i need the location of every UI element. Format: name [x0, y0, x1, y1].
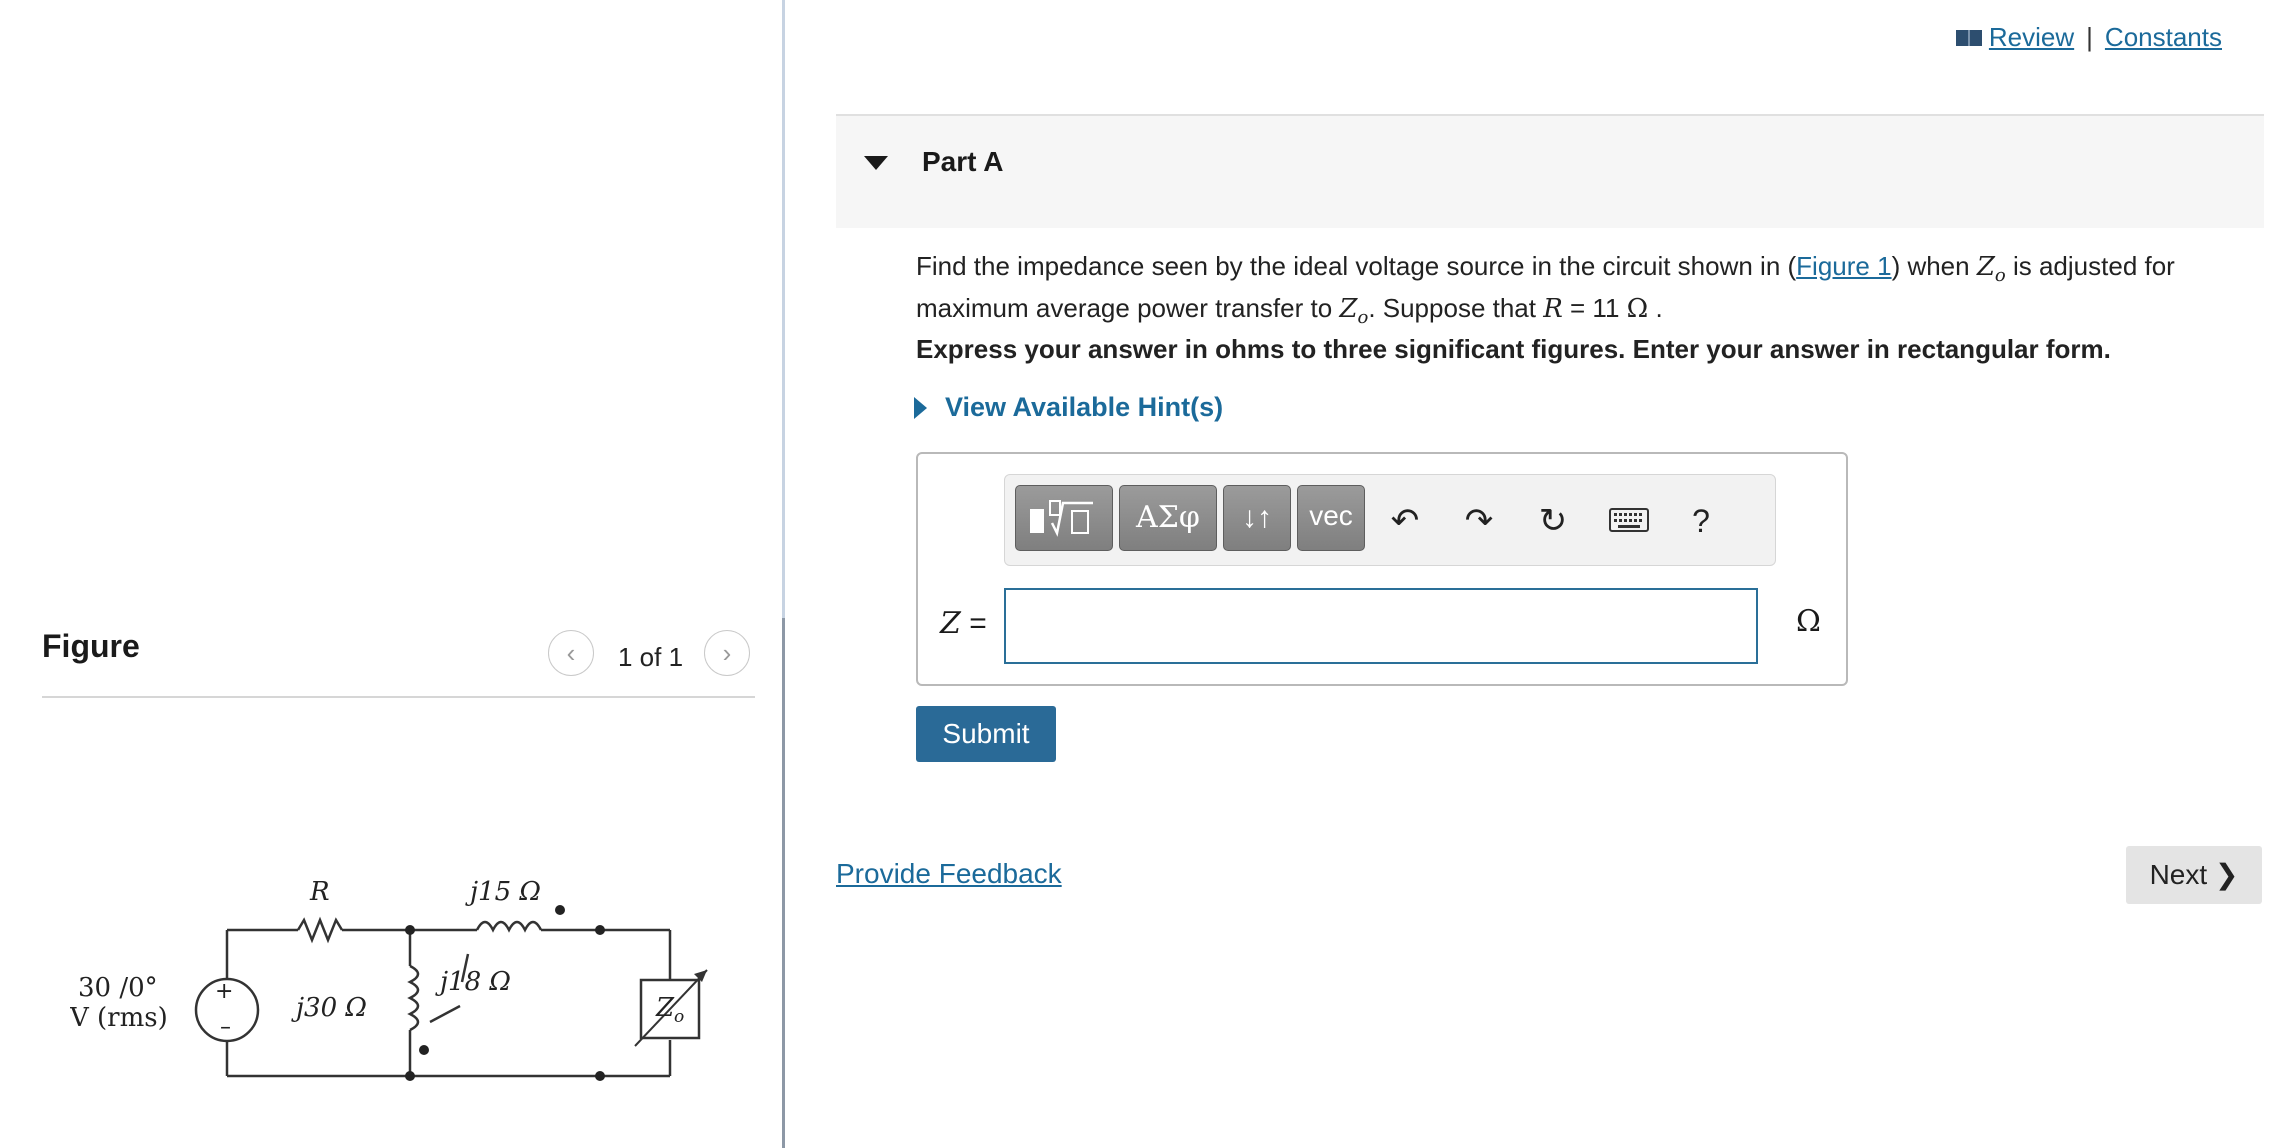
next-label: Next	[2149, 859, 2208, 890]
next-button[interactable]: Next ❯	[2126, 846, 2262, 904]
zo-symbol: Z	[1976, 252, 1995, 282]
figure-divider	[42, 696, 755, 698]
zo-subscript: o	[1994, 265, 2006, 287]
submit-button[interactable]: Submit	[916, 706, 1056, 762]
part-a-header[interactable]: Part A	[836, 116, 2264, 228]
question-text-part: ) when	[1891, 251, 1977, 281]
caret-right-icon	[914, 396, 927, 419]
link-separator: |	[2086, 22, 2093, 52]
reset-icon[interactable]: ↻	[1529, 497, 1577, 545]
load-label: Z	[655, 993, 675, 1023]
figure-pager-text: 1 of 1	[618, 642, 684, 672]
figure-link[interactable]: Figure 1	[1796, 251, 1891, 281]
question-text-part: . Suppose that	[1368, 293, 1544, 324]
r-value: = 11	[1562, 293, 1627, 324]
source-value-label: 30 /0°	[78, 973, 158, 1003]
resistor-label: R	[309, 877, 330, 907]
keyboard-glyph	[1609, 508, 1649, 532]
svg-text:–: –	[220, 1015, 231, 1040]
templates-icon	[1030, 500, 1093, 537]
source-unit-label: V (rms)	[70, 1003, 168, 1033]
templates-button[interactable]	[1015, 485, 1113, 551]
answer-variable: Z	[940, 606, 961, 641]
shunt-inductor-label: j30 Ω	[291, 993, 367, 1023]
part-title: Part A	[922, 146, 1004, 177]
greek-symbols-button[interactable]: ΑΣφ	[1119, 485, 1217, 551]
answer-box: ΑΣφ ↓↑ vec ↶ ↷ ↻ ? Z = Ω	[916, 452, 1848, 686]
figure-pane: Figure ‹ 1 of 1 › + – 30 /0° V (rms) R j…	[0, 0, 783, 1148]
review-link[interactable]: Review	[1955, 22, 2074, 53]
answer-variable-label: Z =	[940, 606, 987, 641]
collapse-caret-icon[interactable]	[864, 156, 888, 170]
chevron-right-icon: ❯	[2214, 859, 2239, 890]
top-links: Review | Constants	[1955, 22, 2222, 53]
previous-figure-button[interactable]: ‹	[548, 630, 594, 676]
question-text-part: Find the impedance seen by the ideal vol…	[916, 251, 1797, 281]
question-text: Find the impedance seen by the ideal vol…	[916, 250, 2206, 334]
subscript-superscript-button[interactable]: ↓↑	[1223, 485, 1291, 551]
pane-splitter-handle[interactable]	[782, 618, 785, 1148]
provide-feedback-link[interactable]: Provide Feedback	[836, 858, 1062, 890]
book-icon	[1955, 29, 1982, 46]
keyboard-icon[interactable]	[1605, 497, 1653, 545]
unit-label: Ω	[1796, 604, 1821, 639]
chevron-right-icon: ›	[722, 638, 732, 668]
view-hints-toggle[interactable]: View Available Hint(s)	[914, 392, 1223, 423]
ohm-symbol: Ω	[1626, 294, 1649, 325]
circuit-diagram[interactable]: + – 30 /0° V (rms) R j15 Ω j30 Ω j18 Ω Z…	[70, 870, 750, 1110]
answer-input[interactable]	[1004, 588, 1758, 664]
hint-label: View Available Hint(s)	[945, 392, 1224, 422]
instruction-text: Express your answer in ohms to three sig…	[916, 334, 2111, 364]
figure-title: Figure	[42, 628, 140, 664]
next-figure-button[interactable]: ›	[704, 630, 750, 676]
vector-button[interactable]: vec	[1297, 485, 1365, 551]
help-button[interactable]: ?	[1677, 497, 1725, 545]
undo-icon[interactable]: ↶	[1381, 497, 1429, 545]
series-inductor-label: j15 Ω	[465, 877, 541, 907]
question-text-part: .	[1648, 293, 1663, 324]
math-toolbar: ΑΣφ ↓↑ vec ↶ ↷ ↻ ?	[1004, 474, 1776, 566]
zo-symbol: Z	[1339, 294, 1358, 325]
chevron-left-icon: ‹	[566, 638, 576, 668]
zo-subscript: o	[1357, 307, 1369, 329]
r-symbol: R	[1543, 294, 1563, 325]
equals-sign: =	[969, 607, 987, 640]
mutual-inductance-label: j18 Ω	[435, 967, 511, 997]
svg-text:+: +	[215, 979, 233, 1004]
review-label: Review	[1988, 22, 2075, 52]
load-subscript-label: o	[674, 1007, 684, 1027]
constants-link[interactable]: Constants	[2105, 22, 2222, 53]
redo-icon[interactable]: ↷	[1455, 497, 1503, 545]
